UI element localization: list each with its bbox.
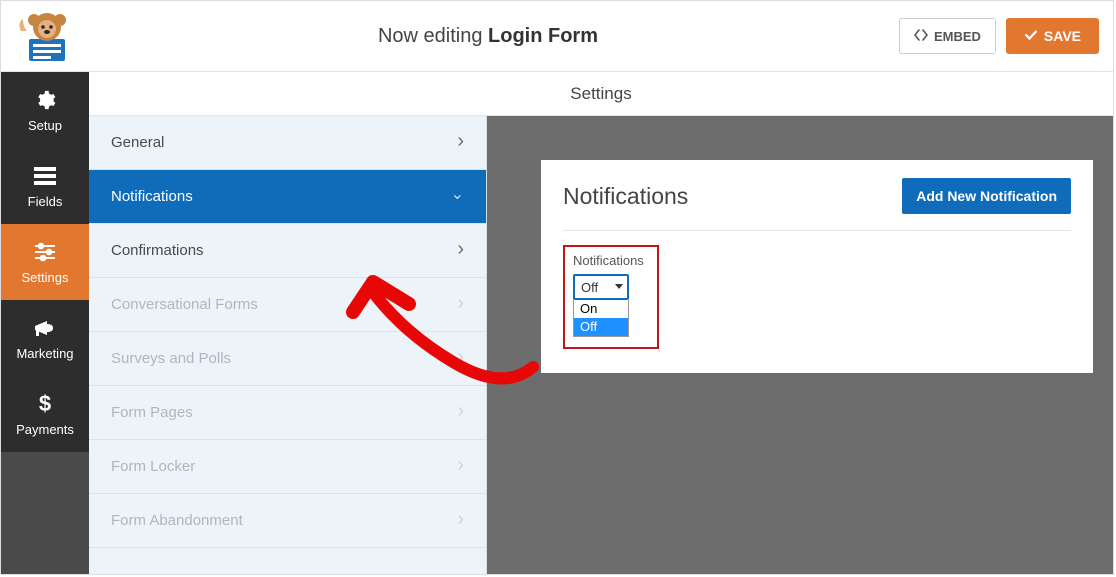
chevron-right-icon [457, 509, 464, 532]
nav-payments[interactable]: $ Payments [1, 376, 89, 452]
sliders-icon [33, 240, 57, 264]
nav-fields[interactable]: Fields [1, 148, 89, 224]
subnav-notifications-label: Notifications [111, 188, 193, 205]
save-button[interactable]: SAVE [1006, 18, 1099, 54]
chevron-right-icon [457, 455, 464, 478]
nav-setup[interactable]: Setup [1, 72, 89, 148]
list-icon [33, 164, 57, 188]
code-icon [914, 29, 928, 44]
editing-title: Now editing Login Form [77, 25, 899, 48]
subnav-conversational-forms[interactable]: Conversational Forms [89, 278, 486, 332]
panel-title: Notifications [563, 183, 688, 210]
nav-marketing[interactable]: Marketing [1, 300, 89, 376]
panel-header: Notifications Add New Notification [563, 178, 1071, 231]
subnav-form-abandonment[interactable]: Form Abandonment [89, 494, 486, 548]
subnav-general-label: General [111, 134, 164, 151]
nav-setup-label: Setup [28, 118, 62, 133]
chevron-right-icon [457, 293, 464, 316]
settings-heading: Settings [89, 72, 1113, 116]
embed-label: EMBED [934, 29, 981, 44]
nav-filler [1, 452, 89, 575]
subnav-surveys-polls[interactable]: Surveys and Polls [89, 332, 486, 386]
subnav-form-abandonment-label: Form Abandonment [111, 512, 243, 529]
chevron-right-icon [457, 131, 464, 154]
settings-content: Notifications Add New Notification Notif… [487, 116, 1113, 574]
notifications-field-label: Notifications [573, 253, 649, 268]
chevron-down-icon [451, 189, 464, 205]
nav-settings-label: Settings [22, 270, 69, 285]
nav-settings[interactable]: Settings [1, 224, 89, 300]
subnav-general[interactable]: General [89, 116, 486, 170]
nav-marketing-label: Marketing [16, 346, 73, 361]
nav-payments-label: Payments [16, 422, 74, 437]
add-new-notification-button[interactable]: Add New Notification [902, 178, 1071, 214]
settings-subnav: General Notifications Confirmations Conv… [89, 116, 487, 574]
settings-heading-text: Settings [570, 84, 631, 104]
subnav-form-pages-label: Form Pages [111, 404, 193, 421]
left-nav: Setup Fields Settings Marketing $ Paymen… [1, 72, 89, 575]
nav-fields-label: Fields [28, 194, 63, 209]
notifications-panel: Notifications Add New Notification Notif… [541, 160, 1093, 373]
dollar-icon: $ [33, 392, 57, 416]
gear-icon [33, 88, 57, 112]
form-name: Login Form [488, 25, 598, 47]
chevron-right-icon [457, 347, 464, 370]
subnav-surveys-label: Surveys and Polls [111, 350, 231, 367]
bullhorn-icon [33, 316, 57, 340]
chevron-right-icon [457, 401, 464, 424]
option-off[interactable]: Off [574, 318, 628, 336]
chevron-right-icon [457, 239, 464, 262]
subnav-notifications[interactable]: Notifications [89, 170, 486, 224]
notifications-select-options: On Off [573, 300, 629, 337]
notifications-select-value[interactable]: Off [573, 274, 629, 300]
wpforms-logo-icon [15, 9, 77, 63]
annotation-highlight-box: Notifications Off On Off [563, 245, 659, 349]
subnav-form-locker-label: Form Locker [111, 458, 195, 475]
check-icon [1024, 28, 1038, 44]
subnav-confirmations[interactable]: Confirmations [89, 224, 486, 278]
embed-button[interactable]: EMBED [899, 18, 996, 54]
option-on[interactable]: On [574, 300, 628, 318]
notifications-select[interactable]: Off On Off [573, 274, 629, 337]
subnav-conversational-label: Conversational Forms [111, 296, 258, 313]
topbar: Now editing Login Form EMBED SAVE [1, 1, 1113, 72]
editing-prefix: Now editing [378, 25, 488, 47]
main-area: Settings General Notifications Confirmat… [89, 72, 1113, 574]
save-label: SAVE [1044, 28, 1081, 44]
subnav-confirmations-label: Confirmations [111, 242, 204, 259]
subnav-form-pages[interactable]: Form Pages [89, 386, 486, 440]
subnav-form-locker[interactable]: Form Locker [89, 440, 486, 494]
